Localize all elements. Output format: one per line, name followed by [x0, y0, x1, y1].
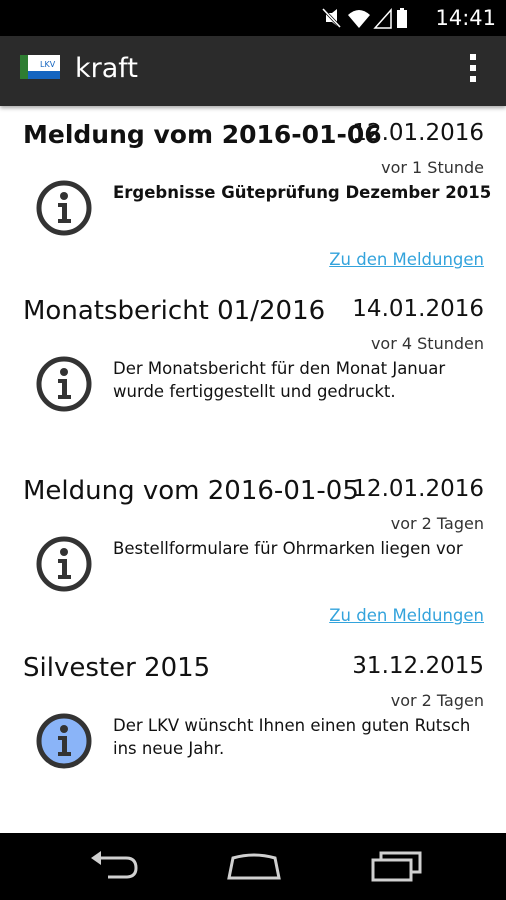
navigation-bar — [0, 833, 506, 900]
info-icon — [36, 536, 92, 592]
item-text: Ergebnisse Güteprüfung Dezember 2015 — [113, 183, 492, 202]
dot-icon — [470, 65, 476, 71]
overflow-menu-button[interactable] — [468, 54, 478, 88]
item-time-ago: vor 4 Stunden — [370, 334, 484, 353]
wifi-icon — [348, 10, 370, 28]
status-bar: 14:41 — [0, 0, 506, 36]
item-text: Der LKV wünscht Ihnen einen guten Rutsch… — [113, 716, 471, 758]
list-item[interactable]: Monatsbericht 01/2016 14.01.2016 vor 4 S… — [0, 296, 506, 466]
link-zu-den-meldungen[interactable]: Zu den Meldungen — [329, 250, 484, 269]
app-title: kraft — [75, 53, 138, 84]
item-time-ago: vor 2 Tagen — [390, 691, 484, 710]
item-title: Meldung vom 2016-01-06 — [23, 120, 382, 149]
back-button-icon[interactable] — [88, 850, 140, 882]
item-time-ago: vor 2 Tagen — [390, 514, 484, 533]
recent-apps-button-icon[interactable] — [370, 850, 424, 882]
item-title: Meldung vom 2016-01-05 — [23, 476, 359, 506]
info-icon — [36, 356, 92, 412]
item-time-ago: vor 1 Stunde — [381, 158, 484, 177]
logo-text: LKV — [40, 60, 56, 69]
list-item[interactable]: Silvester 2015 31.12.2015 vor 2 Tagen De… — [0, 653, 506, 823]
home-button-icon[interactable] — [226, 850, 282, 882]
item-title: Monatsbericht 01/2016 — [23, 296, 326, 326]
lkv-logo-icon[interactable]: LKV — [20, 55, 60, 83]
signal-icon — [373, 8, 392, 29]
info-icon — [36, 713, 92, 769]
status-time: 14:41 — [435, 6, 496, 30]
item-text: Bestellformulare für Ohrmarken liegen vo… — [113, 539, 463, 558]
link-zu-den-meldungen[interactable]: Zu den Meldungen — [329, 606, 484, 625]
dot-icon — [470, 54, 476, 60]
item-date: 12.01.2016 — [352, 120, 484, 146]
list-item[interactable]: Meldung vom 2016-01-06 12.01.2016 vor 1 … — [0, 120, 506, 290]
status-icons — [321, 7, 407, 29]
item-title: Silvester 2015 — [23, 653, 211, 683]
mute-icon — [321, 7, 342, 29]
list-item[interactable]: Meldung vom 2016-01-05 12.01.2016 vor 2 … — [0, 476, 506, 646]
app-bar: LKV kraft — [0, 36, 506, 106]
battery-icon — [397, 8, 407, 28]
item-text: Der Monatsbericht für den Monat Januar w… — [113, 359, 446, 401]
item-date: 14.01.2016 — [352, 296, 484, 322]
message-list[interactable]: Meldung vom 2016-01-06 12.01.2016 vor 1 … — [0, 106, 506, 833]
dot-icon — [470, 76, 476, 82]
item-date: 12.01.2016 — [352, 476, 484, 502]
item-date: 31.12.2015 — [352, 653, 484, 679]
info-icon — [36, 180, 92, 236]
